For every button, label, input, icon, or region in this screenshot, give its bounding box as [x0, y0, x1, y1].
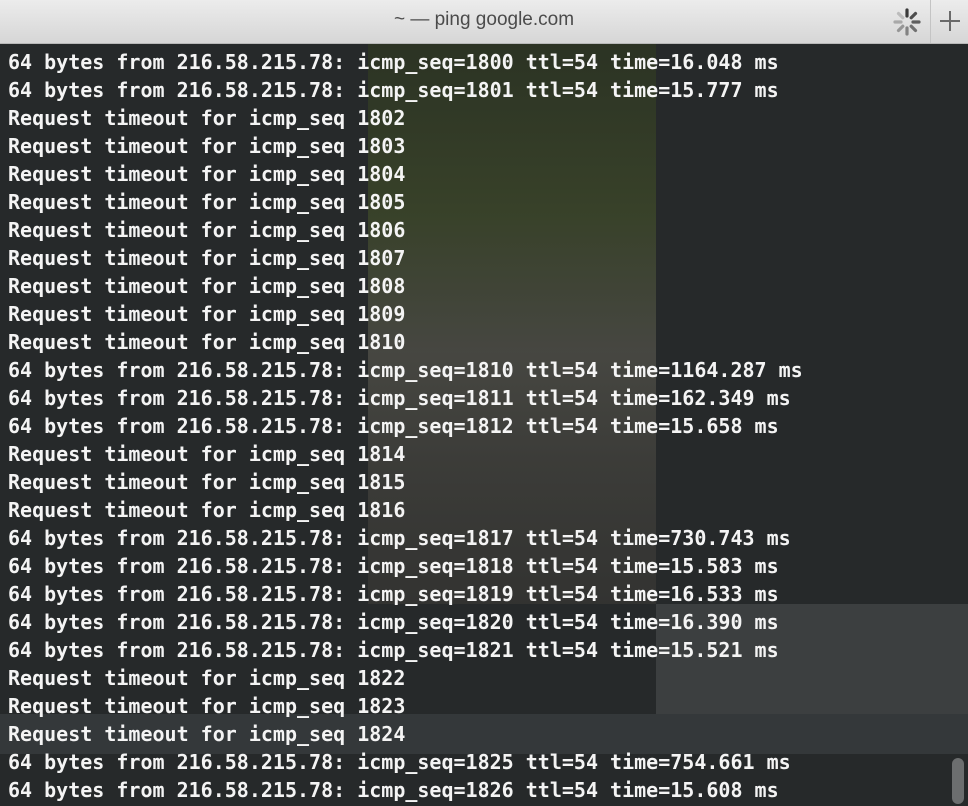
terminal-line: Request timeout for icmp_seq 1816 — [8, 498, 406, 522]
terminal-line: 64 bytes from 216.58.215.78: icmp_seq=18… — [8, 414, 779, 438]
terminal-line: Request timeout for icmp_seq 1807 — [8, 246, 406, 270]
terminal-line: 64 bytes from 216.58.215.78: icmp_seq=18… — [8, 750, 791, 774]
terminal-line: 64 bytes from 216.58.215.78: icmp_seq=18… — [8, 610, 779, 634]
new-tab-button[interactable] — [930, 0, 968, 43]
terminal-line: 64 bytes from 216.58.215.78: icmp_seq=18… — [8, 78, 779, 102]
terminal-line: Request timeout for icmp_seq 1804 — [8, 162, 406, 186]
terminal-line: Request timeout for icmp_seq 1808 — [8, 274, 406, 298]
terminal-line: Request timeout for icmp_seq 1809 — [8, 302, 406, 326]
terminal-line: Request timeout for icmp_seq 1805 — [8, 190, 406, 214]
terminal-line: Request timeout for icmp_seq 1806 — [8, 218, 406, 242]
terminal-line: 64 bytes from 216.58.215.78: icmp_seq=18… — [8, 778, 779, 802]
terminal-line: Request timeout for icmp_seq 1814 — [8, 442, 406, 466]
terminal-line: 64 bytes from 216.58.215.78: icmp_seq=18… — [8, 638, 779, 662]
terminal-line: 64 bytes from 216.58.215.78: icmp_seq=18… — [8, 386, 791, 410]
plus-icon — [940, 11, 960, 31]
terminal-line: Request timeout for icmp_seq 1803 — [8, 134, 406, 158]
terminal-line: 64 bytes from 216.58.215.78: icmp_seq=18… — [8, 526, 791, 550]
terminal-output[interactable]: 64 bytes from 216.58.215.78: icmp_seq=18… — [8, 48, 803, 804]
terminal-line: 64 bytes from 216.58.215.78: icmp_seq=18… — [8, 582, 779, 606]
scrollbar-thumb[interactable] — [952, 758, 964, 804]
terminal-line: Request timeout for icmp_seq 1824 — [8, 722, 406, 746]
terminal-line: Request timeout for icmp_seq 1823 — [8, 694, 406, 718]
terminal-line: 64 bytes from 216.58.215.78: icmp_seq=18… — [8, 554, 779, 578]
terminal-line: Request timeout for icmp_seq 1815 — [8, 470, 406, 494]
terminal-line: Request timeout for icmp_seq 1810 — [8, 330, 406, 354]
terminal-window: ~ — ping google.com 64 bytes from 216.58… — [0, 0, 968, 806]
loading-spinner-icon — [892, 7, 922, 37]
terminal-line: Request timeout for icmp_seq 1802 — [8, 106, 406, 130]
terminal-line: 64 bytes from 216.58.215.78: icmp_seq=18… — [8, 358, 803, 382]
terminal-line: 64 bytes from 216.58.215.78: icmp_seq=18… — [8, 50, 779, 74]
window-title: ~ — ping google.com — [393, 9, 575, 30]
title-bar[interactable]: ~ — ping google.com — [0, 0, 968, 44]
terminal-line: Request timeout for icmp_seq 1822 — [8, 666, 406, 690]
